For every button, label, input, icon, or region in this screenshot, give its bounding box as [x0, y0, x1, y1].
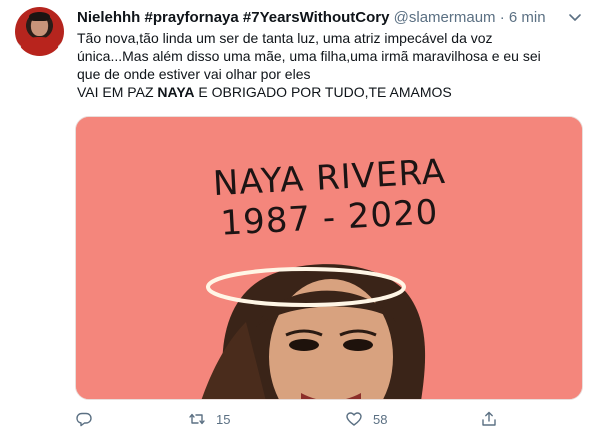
tweet-media-image[interactable]: NAYA RIVERA 1987 - 2020	[75, 116, 583, 400]
heart-icon	[346, 412, 362, 426]
tweet-text-bold: NAYA	[157, 84, 195, 100]
share-icon	[482, 411, 496, 426]
tweet-text: Tão nova,tão linda um ser de tanta luz, …	[77, 29, 587, 101]
retweet-button[interactable]: 15	[188, 408, 230, 430]
memorial-image: NAYA RIVERA 1987 - 2020	[76, 117, 582, 399]
retweet-count: 15	[216, 411, 231, 427]
tweet-text-line: que de onde estiver vai olhar por eles	[77, 66, 311, 82]
user-handle[interactable]: @slamermaum	[394, 9, 496, 26]
portrait-eye-left	[289, 339, 319, 351]
tweet-text-segment: E OBRIGADO POR TUDO,TE AMAMOS	[194, 84, 452, 100]
timestamp[interactable]: 6 min	[509, 9, 546, 26]
like-count: 58	[373, 411, 388, 427]
reply-button[interactable]	[75, 408, 93, 430]
tweet-text-line: Tão nova,tão linda um ser de tanta luz, …	[77, 30, 493, 46]
like-button[interactable]: 58	[345, 408, 387, 430]
display-name[interactable]: Nielehhh #prayfornaya #7YearsWithoutCory	[77, 9, 389, 26]
more-options-chevron-icon[interactable]	[567, 9, 583, 25]
tweet-text-line: única...Mas além disso uma mãe, uma filh…	[77, 48, 541, 64]
tweet-text-segment: VAI EM PAZ	[77, 84, 158, 100]
avatar[interactable]	[15, 7, 64, 56]
tweet[interactable]: Nielehhh #prayfornaya #7YearsWithoutCory…	[0, 0, 594, 438]
avatar-shirt	[21, 37, 58, 56]
retweet-icon	[189, 413, 205, 425]
avatar-hair	[29, 12, 50, 21]
tweet-actions: 15 58	[75, 408, 575, 430]
reply-icon	[76, 412, 92, 427]
share-button[interactable]	[480, 408, 498, 430]
separator-dot: ·	[499, 9, 505, 26]
tweet-header: Nielehhh #prayfornaya #7YearsWithoutCory…	[77, 8, 546, 28]
tweet-text-line: VAI EM PAZ NAYA E OBRIGADO POR TUDO,TE A…	[77, 83, 587, 101]
portrait-eye-right	[343, 339, 373, 351]
